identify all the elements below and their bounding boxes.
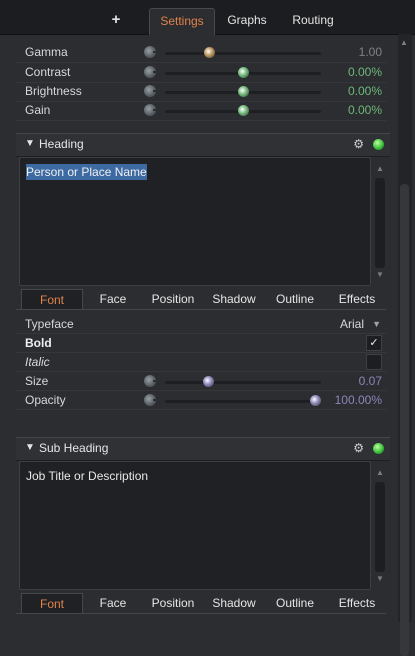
tab-outline[interactable]: Outline (268, 292, 322, 306)
size-slider-thumb[interactable] (202, 376, 214, 387)
tab-outline[interactable]: Outline (268, 596, 322, 610)
adjust-value[interactable]: 0.00% (348, 65, 382, 79)
heading-property-tabs: Font Face Position Shadow Outline Effect… (16, 289, 386, 310)
gamma-slider-thumb[interactable] (204, 47, 216, 58)
scroll-up-arrow-icon[interactable]: ▲ (400, 38, 408, 47)
typeface-label: Typeface (25, 317, 74, 331)
size-row: Size 0.07 (16, 372, 386, 391)
bold-label: Bold (25, 336, 52, 350)
tab-effects[interactable]: Effects (330, 596, 384, 610)
sub-heading-text[interactable]: Job Title or Description (26, 469, 148, 483)
tab-font[interactable]: Font (21, 593, 83, 613)
italic-checkbox[interactable] (366, 354, 382, 370)
top-tab-bar: + Settings Graphs Routing (0, 0, 415, 35)
text-scrollbar[interactable] (375, 178, 385, 268)
adjust-value[interactable]: 1.00 (359, 45, 382, 59)
reset-knob-icon[interactable] (144, 394, 157, 406)
tab-shadow[interactable]: Shadow (206, 596, 262, 610)
collapse-triangle-icon[interactable]: ▼ (25, 442, 35, 453)
sub-heading-panel-header[interactable]: ▼ Sub Heading ⚙ (16, 437, 390, 461)
text-scroll-up-icon[interactable]: ▲ (375, 164, 385, 173)
text-scrollbar[interactable] (375, 482, 385, 572)
contrast-slider-thumb[interactable] (237, 67, 249, 78)
tab-face[interactable]: Face (86, 596, 140, 610)
adjust-row-brightness: Brightness 0.00% (16, 82, 386, 102)
bold-checkbox[interactable]: ✓ (366, 335, 382, 351)
reset-knob-icon[interactable] (144, 375, 157, 387)
adjust-value[interactable]: 0.00% (348, 103, 382, 117)
status-led-icon[interactable] (373, 139, 384, 150)
typeface-dropdown[interactable]: Arial (340, 317, 364, 331)
tab-face[interactable]: Face (86, 292, 140, 306)
brightness-slider-thumb[interactable] (237, 86, 249, 97)
gear-icon[interactable]: ⚙ (353, 441, 364, 455)
sub-heading-text-input[interactable]: Job Title or Description (19, 461, 371, 590)
bold-row: Bold ✓ (16, 334, 386, 353)
adjust-row-gain: Gain 0.00% (16, 101, 386, 121)
panel-title: Heading (39, 137, 84, 151)
collapse-triangle-icon[interactable]: ▼ (25, 138, 35, 149)
main-scrollbar-thumb[interactable] (400, 184, 409, 656)
gamma-slider-track[interactable] (165, 52, 321, 55)
tab-position[interactable]: Position (144, 596, 202, 610)
size-label: Size (25, 374, 49, 388)
heading-text-input[interactable]: Person or Place Name (19, 157, 371, 286)
reset-knob-icon[interactable] (144, 46, 157, 58)
reset-knob-icon[interactable] (144, 85, 157, 97)
adjust-value[interactable]: 0.00% (348, 84, 382, 98)
status-led-icon[interactable] (373, 443, 384, 454)
opacity-label: Opacity (25, 393, 66, 407)
add-tab-button[interactable]: + (104, 8, 128, 34)
adjust-label: Contrast (25, 65, 71, 79)
opacity-value[interactable]: 100.00% (335, 393, 382, 407)
tab-position[interactable]: Position (144, 292, 202, 306)
tab-font[interactable]: Font (21, 289, 83, 309)
gain-slider-thumb[interactable] (237, 105, 249, 116)
tab-graphs[interactable]: Graphs (218, 8, 276, 34)
adjust-row-contrast: Contrast 0.00% (16, 63, 386, 83)
tab-routing[interactable]: Routing (283, 8, 343, 34)
sub-heading-property-tabs: Font Face Position Shadow Outline Effect… (16, 593, 386, 614)
adjust-row-gamma: Gamma 1.00 (16, 43, 386, 63)
adjust-label: Brightness (25, 84, 82, 98)
typeface-row: Typeface Arial ▼ (16, 315, 386, 334)
italic-row: Italic (16, 353, 386, 372)
text-scroll-down-icon[interactable]: ▼ (375, 574, 385, 583)
reset-knob-icon[interactable] (144, 66, 157, 78)
adjust-label: Gamma (25, 45, 68, 59)
gear-icon[interactable]: ⚙ (353, 137, 364, 151)
opacity-slider-thumb[interactable] (310, 395, 321, 406)
size-slider-track[interactable] (165, 381, 321, 384)
text-scroll-up-icon[interactable]: ▲ (375, 468, 385, 477)
opacity-row: Opacity 100.00% (16, 391, 386, 410)
opacity-slider-track[interactable] (165, 400, 321, 403)
tab-effects[interactable]: Effects (330, 292, 384, 306)
main-scrollbar[interactable]: ▲ (398, 34, 412, 656)
text-scroll-down-icon[interactable]: ▼ (375, 270, 385, 279)
tab-shadow[interactable]: Shadow (206, 292, 262, 306)
heading-text[interactable]: Person or Place Name (26, 164, 147, 180)
tab-settings[interactable]: Settings (149, 8, 215, 35)
italic-label: Italic (25, 355, 50, 369)
panel-title: Sub Heading (39, 441, 109, 455)
reset-knob-icon[interactable] (144, 104, 157, 116)
size-value[interactable]: 0.07 (359, 374, 382, 388)
heading-panel-header[interactable]: ▼ Heading ⚙ (16, 133, 390, 157)
adjust-label: Gain (25, 103, 51, 117)
chevron-down-icon[interactable]: ▼ (372, 319, 381, 329)
